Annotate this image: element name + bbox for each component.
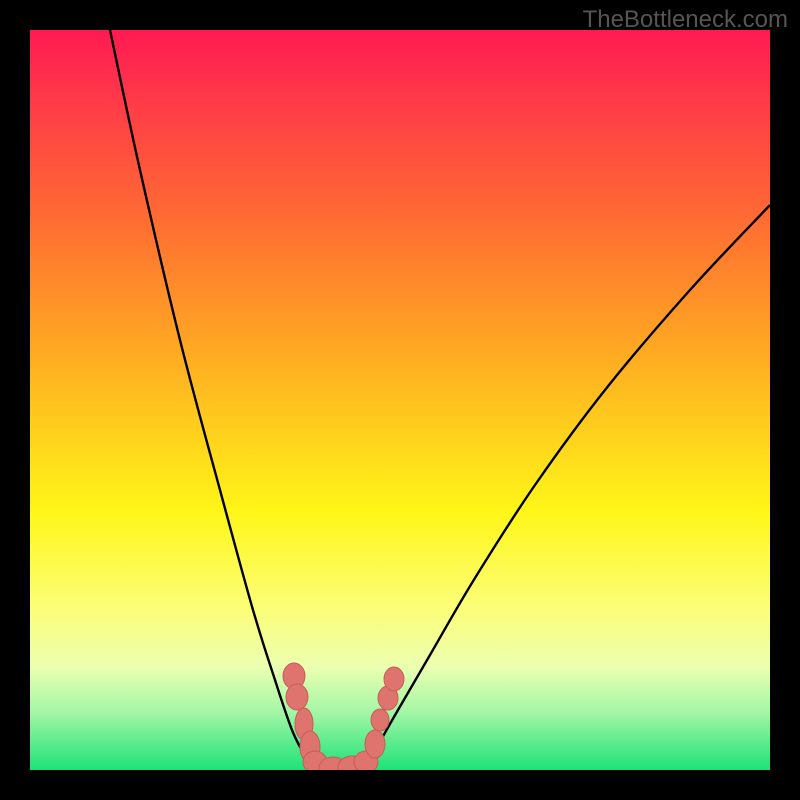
marker-m2 — [286, 684, 308, 710]
watermark: TheBottleneck.com — [583, 6, 788, 34]
curve-layer — [30, 30, 770, 770]
marker-m11 — [384, 667, 404, 691]
curve-right — [364, 205, 770, 765]
marker-m12 — [371, 709, 389, 731]
marker-group — [283, 663, 404, 770]
marker-m9 — [365, 730, 385, 758]
curve-left — [110, 30, 310, 765]
plot-area — [30, 30, 770, 770]
